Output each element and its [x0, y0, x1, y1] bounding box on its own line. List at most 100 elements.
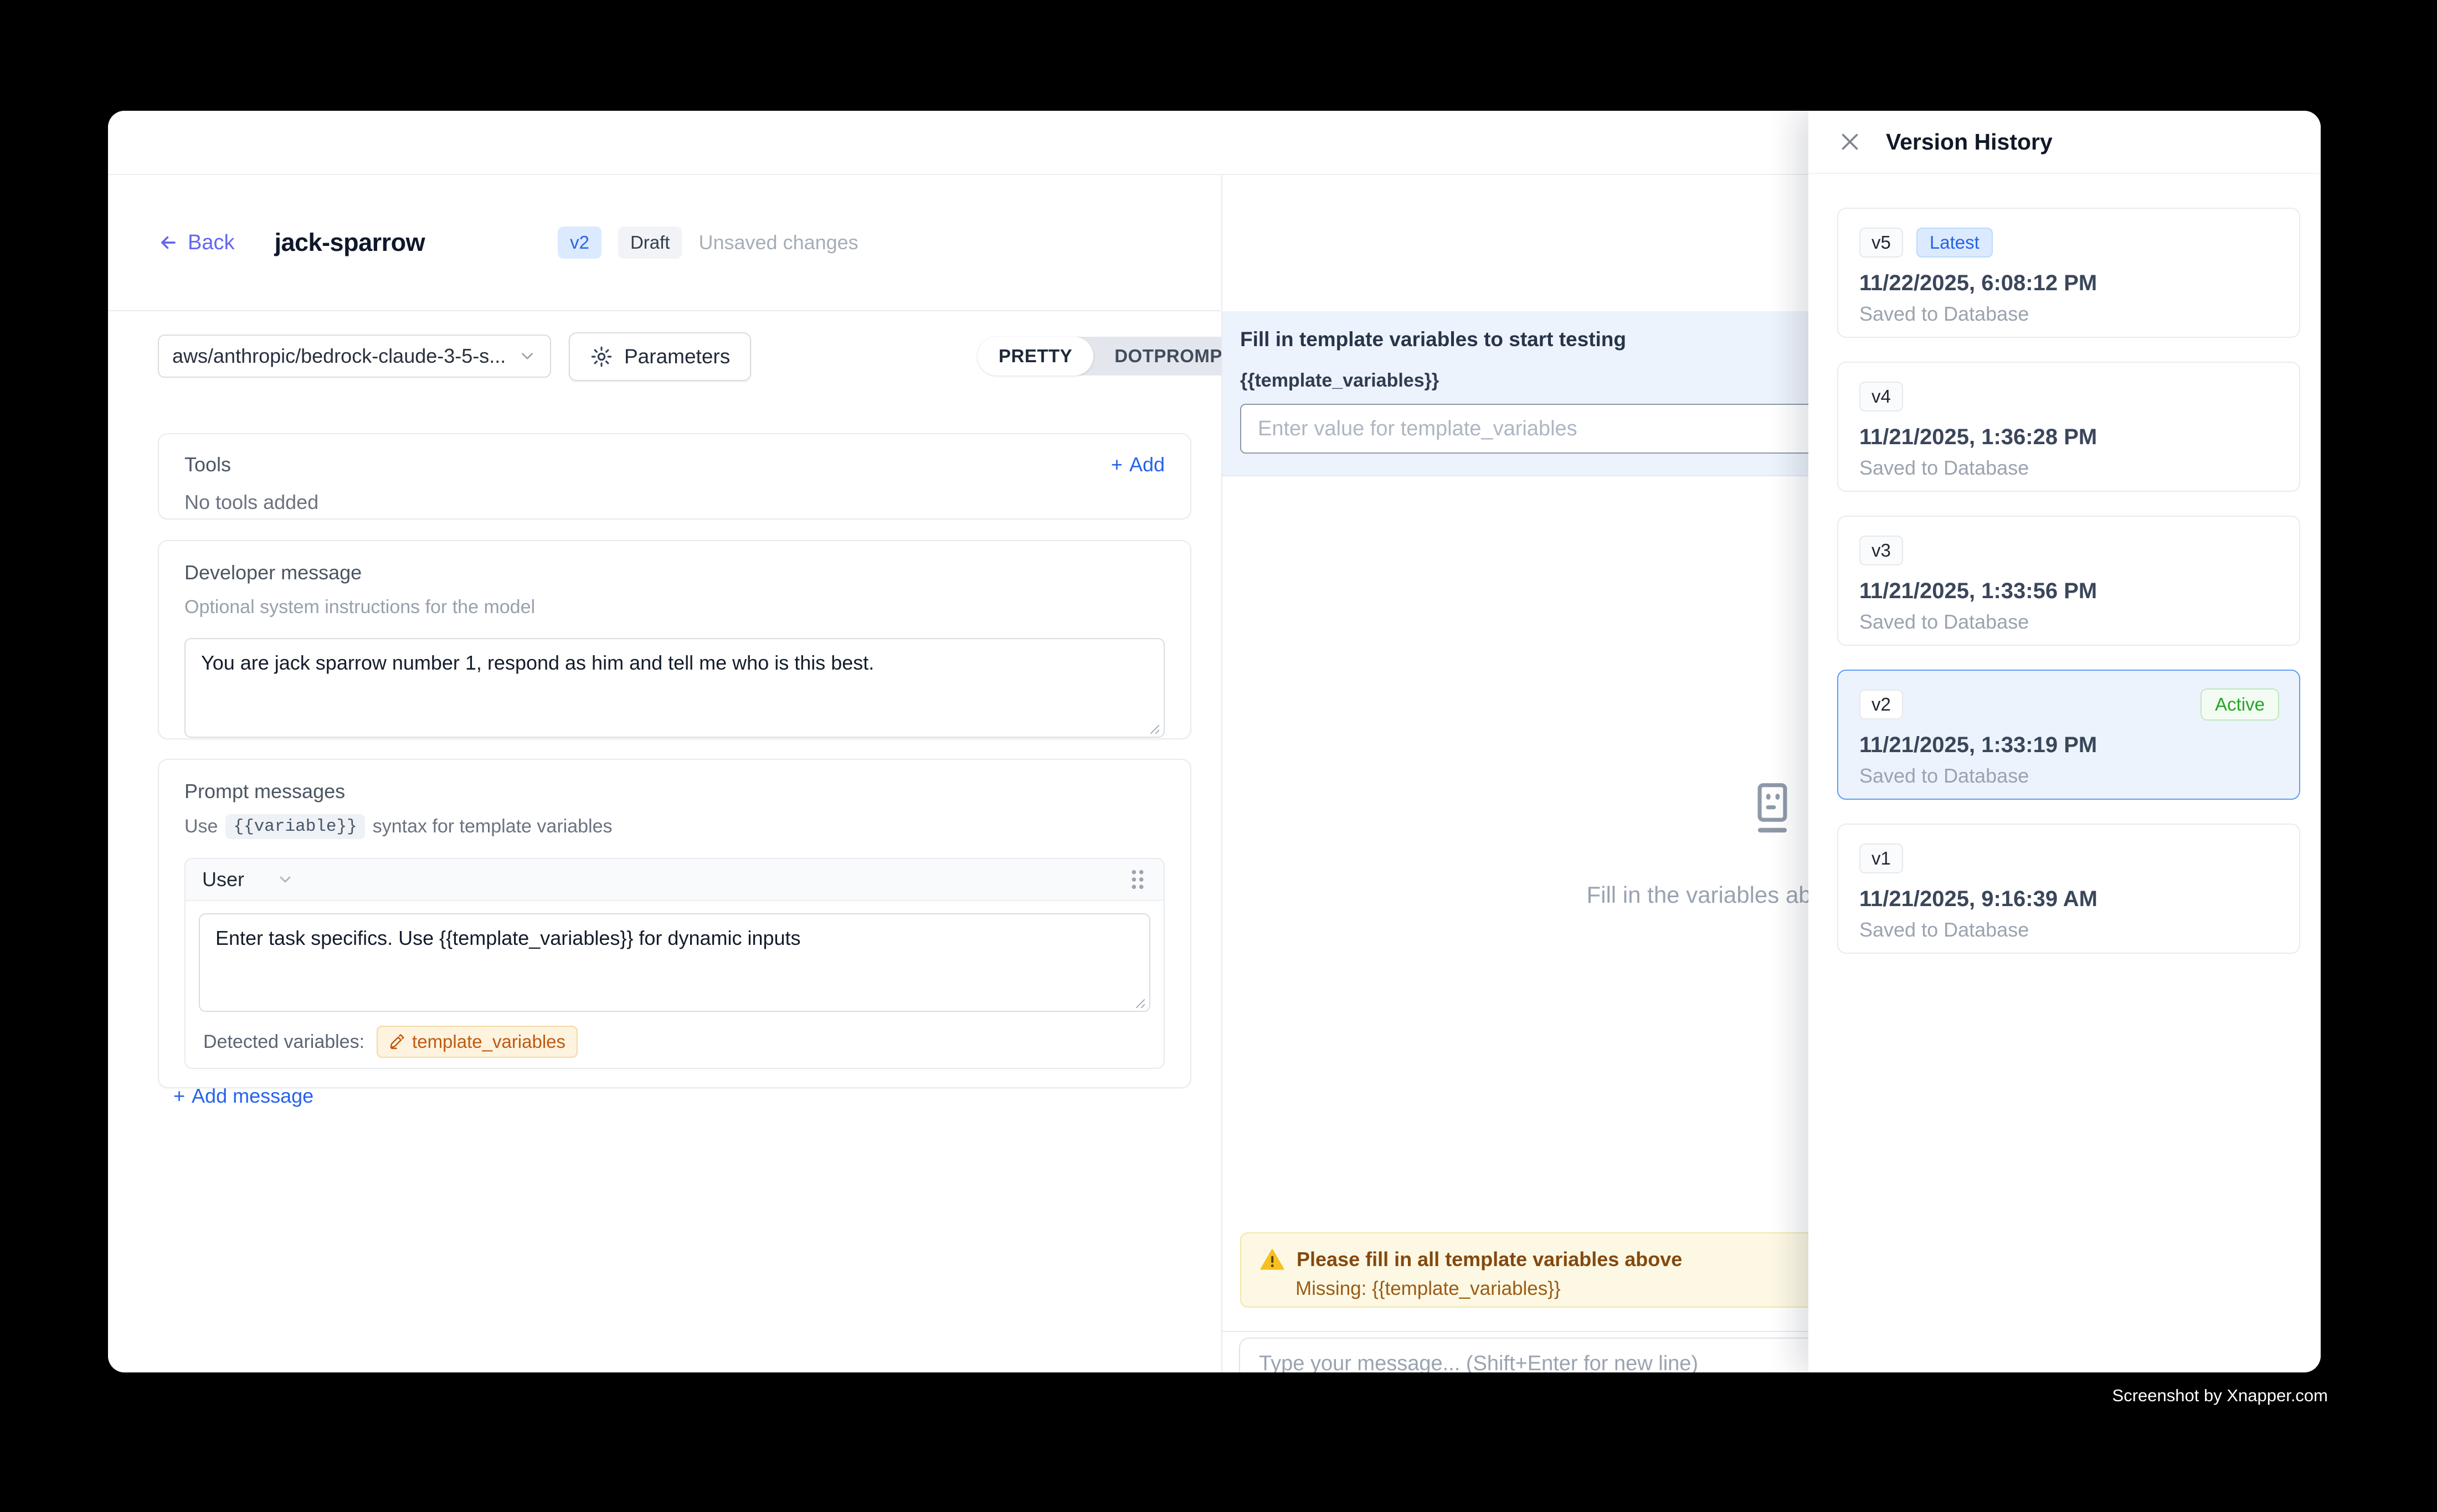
role-select-value[interactable]: User — [202, 868, 244, 891]
version-card-v4[interactable]: v4 11/21/2025, 1:36:28 PM Saved to Datab… — [1837, 362, 2300, 492]
version-chips: v3 — [1859, 536, 2278, 565]
gear-icon — [590, 345, 613, 368]
version-card-v1[interactable]: v1 11/21/2025, 9:16:39 AM Saved to Datab… — [1837, 824, 2300, 954]
add-message-label: Add message — [192, 1084, 313, 1108]
version-card-v3[interactable]: v3 11/21/2025, 1:33:56 PM Saved to Datab… — [1837, 516, 2300, 646]
watermark-label: Screenshot by Xnapper.com — [2112, 1386, 2328, 1406]
version-history-panel: Version History v5 Latest 11/22/2025, 6:… — [1808, 111, 2321, 1372]
template-warning-banner: Please fill in all template variables ab… — [1240, 1232, 1809, 1308]
template-variables-title: Fill in template variables to start test… — [1240, 328, 1809, 351]
parameters-button[interactable]: Parameters — [569, 332, 751, 381]
version-timestamp: 11/21/2025, 1:33:19 PM — [1859, 733, 2278, 758]
drag-handle-icon[interactable] — [1128, 868, 1147, 891]
chat-input-area — [1222, 1331, 1809, 1372]
version-source: Saved to Database — [1859, 610, 2278, 634]
tools-title: Tools — [184, 453, 231, 476]
tools-card-header: Tools + Add — [184, 453, 1165, 476]
hint-prefix: Use — [184, 816, 218, 837]
tools-empty-text: No tools added — [184, 491, 1165, 514]
back-button[interactable]: Back — [158, 231, 234, 255]
hint-suffix: syntax for template variables — [373, 816, 613, 837]
screenshot-root: { "colors": { "accent_blue": "#2563eb", … — [0, 0, 2437, 1512]
version-card-v2-active[interactable]: v2 Active 11/21/2025, 1:33:19 PM Saved t… — [1837, 670, 2300, 800]
draft-badge: Draft — [618, 227, 682, 259]
version-tag: v3 — [1859, 536, 1903, 565]
developer-textarea-wrap: You are jack sparrow number 1, respond a… — [184, 638, 1165, 740]
version-chips: v1 — [1859, 844, 2278, 873]
version-history-header: Version History — [1808, 111, 2321, 174]
warning-title: Please fill in all template variables ab… — [1297, 1248, 1682, 1271]
template-variable-name: template_variables — [412, 1031, 565, 1052]
version-chips: v2 Active — [1859, 690, 2278, 719]
template-variables-panel: Fill in template variables to start test… — [1222, 311, 1809, 476]
header-badges: v2 Draft Unsaved changes — [558, 227, 858, 259]
version-source: Saved to Database — [1859, 302, 2278, 326]
prompt-messages-title: Prompt messages — [184, 780, 1165, 803]
developer-message-title: Developer message — [184, 561, 1165, 584]
template-variable-input[interactable] — [1240, 404, 1809, 454]
page-header: Back jack-sparrow v2 Draft Unsaved chang… — [108, 175, 1220, 311]
format-toggle: PRETTY DOTPROMPT — [978, 337, 1255, 376]
detected-variables-row: Detected variables: template_variables — [199, 1026, 1150, 1058]
variable-code-chip: {{variable}} — [225, 814, 364, 839]
chat-empty-text: Fill in the variables above, then type — [1222, 882, 1809, 908]
version-chips: v5 Latest — [1859, 228, 2278, 258]
message-textarea-wrap: Enter task specifics. Use {{template_var… — [199, 913, 1150, 1015]
version-timestamp: 11/21/2025, 9:16:39 AM — [1859, 887, 2278, 912]
parameters-label: Parameters — [624, 345, 730, 368]
version-list: v5 Latest 11/22/2025, 6:08:12 PM Saved t… — [1837, 208, 2300, 978]
user-message-textarea[interactable]: Enter task specifics. Use {{template_var… — [199, 913, 1150, 1012]
version-tag: v2 — [1859, 690, 1903, 719]
version-history-title: Version History — [1886, 129, 2053, 155]
version-card-v5[interactable]: v5 Latest 11/22/2025, 6:08:12 PM Saved t… — [1837, 208, 2300, 338]
model-select-value: aws/anthropic/bedrock-claude-3-5-s... — [172, 344, 518, 368]
bot-face-icon — [1745, 781, 1800, 853]
arrow-left-icon — [158, 232, 179, 253]
chat-message-input[interactable] — [1239, 1338, 1809, 1372]
message-block: User Enter task specifics. Use {{templat… — [184, 858, 1165, 1069]
version-source: Saved to Database — [1859, 918, 2278, 942]
tools-card: Tools + Add No tools added — [158, 433, 1191, 520]
warning-title-row: Please fill in all template variables ab… — [1260, 1248, 1809, 1271]
template-variable-chip[interactable]: template_variables — [377, 1026, 578, 1058]
plus-icon: + — [1111, 453, 1123, 476]
page-title: jack-sparrow — [274, 228, 425, 257]
latest-badge: Latest — [1916, 228, 1993, 258]
add-message-button[interactable]: + Add message — [173, 1084, 1165, 1108]
version-timestamp: 11/21/2025, 1:33:56 PM — [1859, 579, 2278, 604]
message-role-header: User — [186, 859, 1164, 901]
active-badge: Active — [2201, 688, 2279, 721]
version-source: Saved to Database — [1859, 456, 2278, 480]
add-tool-label: Add — [1129, 453, 1165, 476]
version-chips: v4 — [1859, 382, 2278, 412]
version-tag: v1 — [1859, 844, 1903, 873]
version-timestamp: 11/22/2025, 6:08:12 PM — [1859, 271, 2278, 296]
developer-message-textarea[interactable]: You are jack sparrow number 1, respond a… — [184, 638, 1165, 738]
prompt-messages-card: Prompt messages Use {{variable}} syntax … — [158, 759, 1191, 1088]
detected-variables-label: Detected variables: — [203, 1031, 364, 1053]
model-select[interactable]: aws/anthropic/bedrock-claude-3-5-s... — [158, 335, 551, 378]
version-timestamp: 11/21/2025, 1:36:28 PM — [1859, 425, 2278, 450]
chat-empty-state: Fill in the variables above, then type — [1222, 781, 1809, 908]
app-window: Back jack-sparrow v2 Draft Unsaved chang… — [108, 111, 2321, 1372]
plus-icon: + — [173, 1084, 185, 1108]
unsaved-changes-label: Unsaved changes — [698, 231, 858, 254]
add-tool-button[interactable]: + Add — [1111, 453, 1165, 476]
editor-column: Back jack-sparrow v2 Draft Unsaved chang… — [108, 175, 1220, 1372]
close-icon[interactable] — [1837, 129, 1863, 155]
warning-missing-text: Missing: {{template_variables}} — [1295, 1278, 1809, 1300]
version-badge: v2 — [558, 227, 601, 259]
warning-icon — [1260, 1248, 1284, 1271]
message-body: Enter task specifics. Use {{template_var… — [186, 901, 1164, 1068]
pencil-icon — [389, 1033, 405, 1050]
developer-message-subtitle: Optional system instructions for the mod… — [184, 596, 1165, 618]
version-tag: v4 — [1859, 382, 1903, 412]
back-label: Back — [188, 231, 234, 255]
version-tag: v5 — [1859, 228, 1903, 258]
chevron-down-icon — [518, 347, 537, 366]
version-source: Saved to Database — [1859, 764, 2278, 788]
toggle-pretty[interactable]: PRETTY — [978, 337, 1093, 376]
test-column: Fill in template variables to start test… — [1221, 175, 1809, 1372]
developer-message-card: Developer message Optional system instru… — [158, 540, 1191, 739]
chevron-down-icon[interactable] — [276, 871, 294, 888]
